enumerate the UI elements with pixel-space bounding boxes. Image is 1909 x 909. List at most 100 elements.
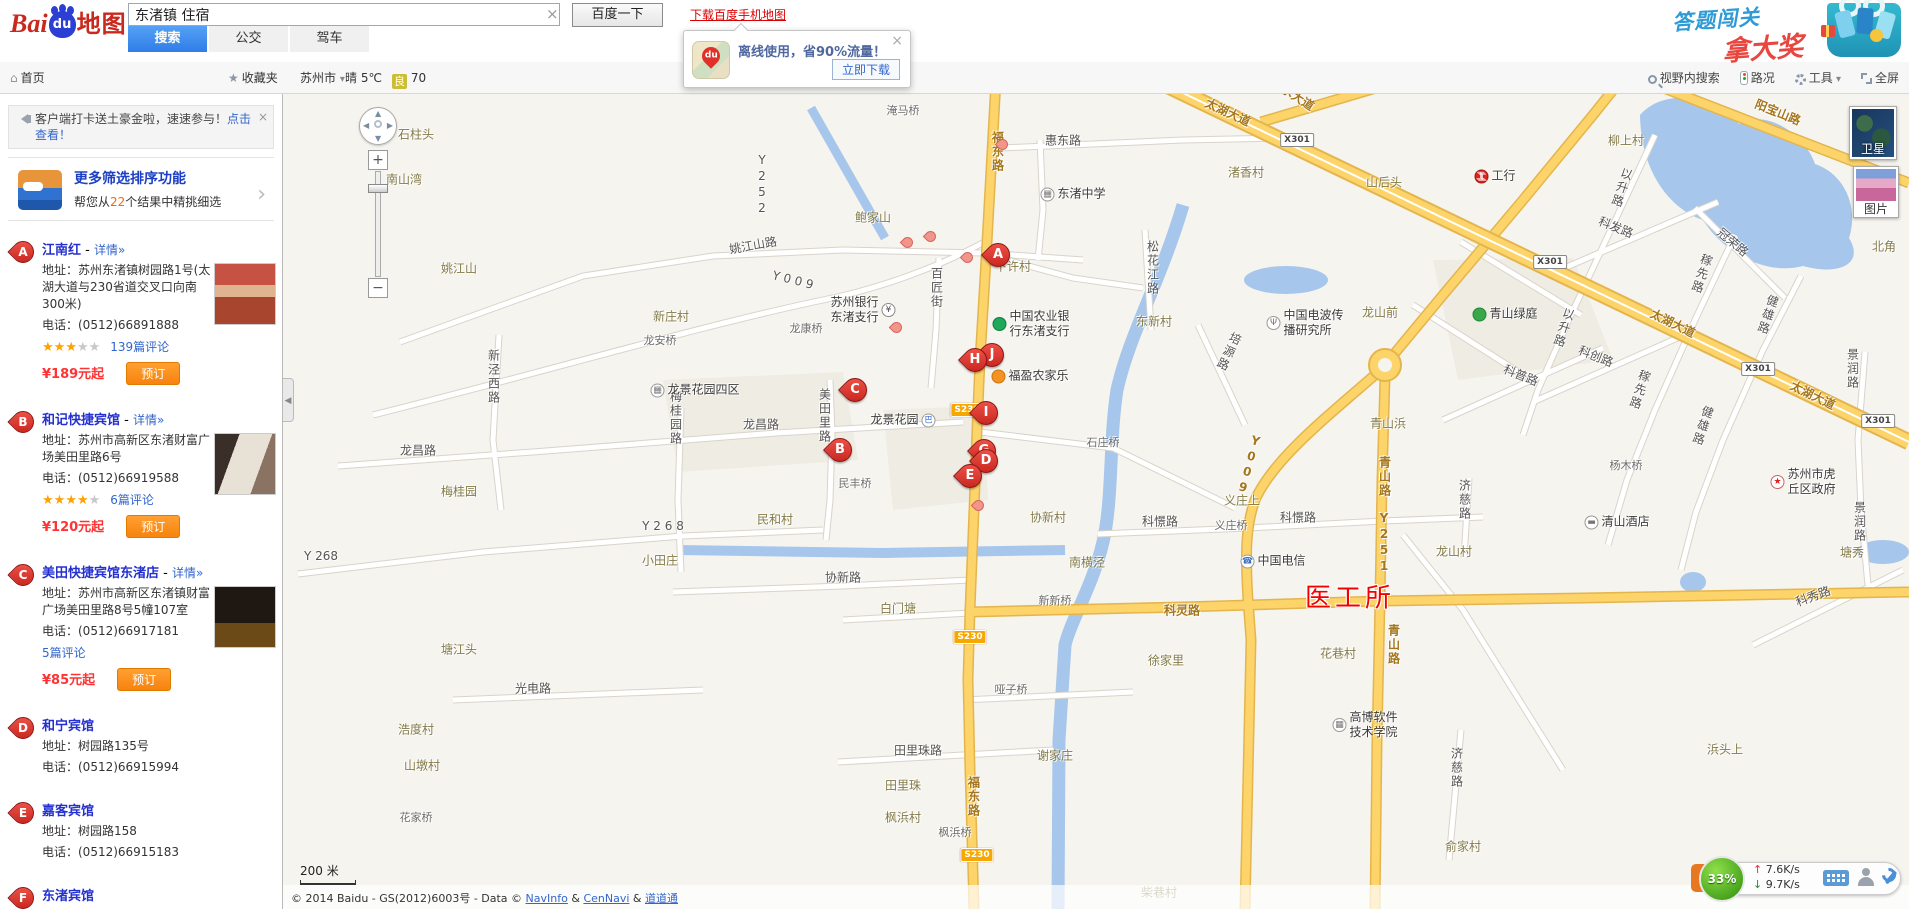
notice-close-icon[interactable]: × xyxy=(258,109,268,125)
map-label: 青山浜 xyxy=(1370,415,1406,432)
tool-工具[interactable]: 工具 ▾ xyxy=(1795,62,1841,96)
aqi-value: 70 xyxy=(411,71,426,85)
map-label: 景润路 xyxy=(1845,348,1862,390)
hotel-photo[interactable] xyxy=(214,586,276,648)
zoom-out-button[interactable]: − xyxy=(368,278,388,298)
road-shield-X301: X301 xyxy=(1861,414,1895,428)
map-label: 龙昌路 xyxy=(743,416,779,433)
result-pin-icon: F xyxy=(7,882,38,909)
pictures-layer-button[interactable]: 图片 xyxy=(1853,166,1899,218)
map-label: 民丰桥 xyxy=(839,475,872,491)
list-item-hotel-E: E嘉客宾馆地址：树园路158电话：(0512)66915183 xyxy=(0,788,282,873)
book-button[interactable]: 预订 xyxy=(126,362,180,385)
map-label: 东新村 xyxy=(1136,313,1172,330)
satellite-layer-button[interactable]: 卫星 xyxy=(1849,106,1897,160)
tool-视野内搜索[interactable]: 视野内搜索 xyxy=(1648,62,1720,94)
home-link[interactable]: ⌂首页 xyxy=(10,62,45,94)
tools-wrench-icon[interactable] xyxy=(1881,868,1899,888)
list-item-hotel-F: F东渚宾馆地址：东渚镇树园路电话：(0512)66891888, 1510625… xyxy=(0,873,282,909)
detail-link[interactable]: 详情» xyxy=(172,566,203,580)
baidu-maps-logo[interactable]: Baidu地图 xyxy=(10,4,127,34)
reviews-link[interactable]: 6篇评论 xyxy=(110,493,154,507)
map-tools-group: 视野内搜索路况工具 ▾全屏 xyxy=(1628,62,1899,94)
map-label: 义庄桥 xyxy=(1215,517,1248,533)
poi-label: 龙景花园巴 xyxy=(870,413,935,428)
copyright-link-道道通[interactable]: 道道通 xyxy=(645,892,678,905)
tab-active-搜索[interactable]: 搜索 xyxy=(128,26,207,52)
tab-驾车[interactable]: 驾车 xyxy=(290,26,369,52)
hotel-photo[interactable] xyxy=(214,433,276,495)
hotel-listings: A江南红 - 详情»地址：苏州东渚镇树园路1号(太湖大道与230省道交叉口向南3… xyxy=(0,227,282,909)
pan-up-icon[interactable]: ▲ xyxy=(375,109,381,118)
hotel-address: 地址：树园路135号 xyxy=(42,738,276,755)
tool-全屏[interactable]: 全屏 xyxy=(1861,62,1899,94)
zoom-slider-handle[interactable] xyxy=(368,184,388,193)
map-canvas[interactable]: 福东路福东路科灵路青山路Y251Y009青山路太湖大道太湖大道太湖大道秀水大道阳… xyxy=(283,80,1909,909)
reviews-link[interactable]: 139篇评论 xyxy=(110,340,169,354)
tab-公交[interactable]: 公交 xyxy=(209,26,288,52)
price-from: ¥120元起 xyxy=(42,520,104,535)
hotel-name[interactable]: 东渚宾馆 xyxy=(42,889,94,904)
map-label: 姚江山 xyxy=(441,260,477,277)
promo-bag-illustration xyxy=(1827,3,1901,57)
pan-right-icon[interactable]: ▶ xyxy=(387,121,393,130)
sidebar-collapse-handle[interactable]: ◀ xyxy=(283,378,294,422)
list-item-hotel-A: A江南红 - 详情»地址：苏州东渚镇树园路1号(太湖大道与230省道交叉口向南3… xyxy=(0,227,282,397)
detail-link[interactable]: 详情» xyxy=(94,243,125,257)
download-mobile-map-link[interactable]: 下载百度手机地图 xyxy=(690,6,786,23)
hotel-name[interactable]: 和记快捷宾馆 xyxy=(42,413,120,428)
map-label: 光电路 xyxy=(515,680,551,697)
popup-close-icon[interactable]: × xyxy=(891,33,903,49)
satellite-label: 卫星 xyxy=(1852,140,1894,157)
school-icon: ▦ xyxy=(1040,187,1054,201)
popup-arrow xyxy=(734,23,748,37)
map-label: 石柱头 xyxy=(398,126,434,143)
bed-icon xyxy=(18,170,62,210)
zoom-in-button[interactable]: + xyxy=(368,150,388,170)
favorites-link[interactable]: ★收藏夹 xyxy=(228,62,278,94)
map-pan-control[interactable]: ▲ ▼ ◀ ▶ xyxy=(359,107,397,145)
download-now-button[interactable]: 立即下载 xyxy=(832,59,900,80)
filter-promo-card[interactable]: 更多筛选排序功能 帮您从22个结果中精挑细选 › xyxy=(8,157,274,221)
hotel-icon: ▬ xyxy=(1584,515,1598,529)
map-label: 田里珠 xyxy=(885,777,921,794)
price-from: ¥85元起 xyxy=(42,673,95,688)
hotel-name[interactable]: 嘉客宾馆 xyxy=(42,804,94,819)
gear-icon xyxy=(1795,74,1806,85)
pictures-thumbnail xyxy=(1856,169,1896,201)
keyboard-icon[interactable] xyxy=(1823,870,1849,886)
map-label: 福东路 xyxy=(966,776,983,818)
book-button[interactable]: 预订 xyxy=(126,515,180,538)
map-label: 龙昌路 xyxy=(400,442,436,459)
quiz-promo-banner[interactable]: 答题闯关 拿大奖 xyxy=(1634,0,1909,62)
user-icon[interactable] xyxy=(1857,868,1875,888)
search-input[interactable] xyxy=(128,3,560,26)
map-label: 塘秀 xyxy=(1840,544,1864,561)
hotel-name[interactable]: 美田快捷宾馆东渚店 xyxy=(42,566,159,581)
hotel-photo[interactable] xyxy=(214,263,276,325)
star-icon: ★ xyxy=(228,71,239,85)
hotel-name[interactable]: 江南红 xyxy=(42,243,81,258)
map-label: 济慈路 xyxy=(1457,479,1474,521)
detail-link[interactable]: 详情» xyxy=(133,413,164,427)
map-label: 新新桥 xyxy=(1039,592,1072,608)
pan-down-icon[interactable]: ▼ xyxy=(375,134,381,143)
road-shield-S230: S230 xyxy=(953,630,986,644)
city-selector[interactable]: 苏州市 ▾ xyxy=(300,62,345,94)
logo-ditu: 地图 xyxy=(77,10,127,38)
clear-search-icon[interactable]: × xyxy=(546,5,559,23)
copyright-link-CenNavi[interactable]: CenNavi xyxy=(583,892,629,905)
bank-red-icon: 工 xyxy=(1474,169,1488,183)
book-button[interactable]: 预订 xyxy=(117,668,171,691)
hotel-name[interactable]: 和宁宾馆 xyxy=(42,719,94,734)
map-label: 协新村 xyxy=(1030,509,1066,526)
map-label: 浩度村 xyxy=(398,721,434,738)
map-label: 梅桂园 xyxy=(441,483,477,500)
search-button[interactable]: 百度一下 xyxy=(572,3,663,27)
pan-center-icon[interactable] xyxy=(374,120,382,128)
map-label: 南山湾 xyxy=(386,171,422,188)
pan-left-icon[interactable]: ◀ xyxy=(363,121,369,130)
copyright-link-NavInfo[interactable]: NavInfo xyxy=(526,892,568,905)
map-label: 龙安桥 xyxy=(644,332,677,348)
map-label: 梅桂园路 xyxy=(668,390,685,446)
